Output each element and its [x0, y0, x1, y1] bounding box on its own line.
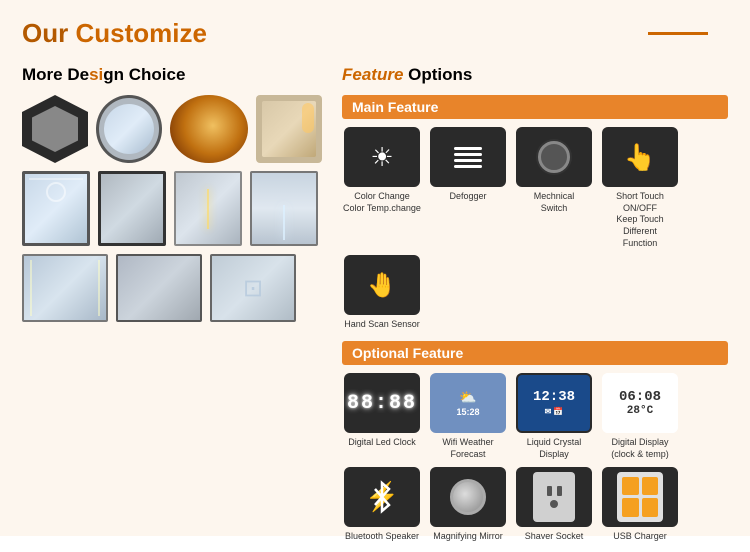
- switch-icon: [538, 141, 570, 173]
- main-columns: More Design Choice: [22, 65, 728, 552]
- optional-feature-section: Optional Feature 88:88 Digital Led Clock: [342, 341, 728, 542]
- magnifying-glass-icon: [450, 479, 486, 515]
- mirror-thumb-1: [22, 171, 90, 246]
- digital-display-icon-box: 06:08 28°C: [602, 373, 678, 433]
- feature-item-bluetooth: ⚡ Bluetooth Speaker: [342, 467, 422, 543]
- circle-light-thumb: [170, 95, 248, 163]
- usb-label: USB Charger: [613, 531, 667, 543]
- bluetooth-label: Bluetooth Speaker: [345, 531, 419, 543]
- weather-display: ⛅ 15:28: [456, 389, 479, 417]
- right-column: Feature Options Main Feature ☀ Color Cha…: [342, 65, 728, 552]
- rect-light-thumb: [256, 95, 322, 163]
- title-prefix: Our: [22, 18, 75, 48]
- shaver-icon-box: [516, 467, 592, 527]
- magnifying-label: Magnifying Mirror: [433, 531, 503, 543]
- optional-feature-grid: 88:88 Digital Led Clock ⛅ 15:28 Wifi Wea…: [342, 373, 728, 460]
- weather-icon-box: ⛅ 15:28: [430, 373, 506, 433]
- usb-icon-box: [602, 467, 678, 527]
- digital-clock-temp: 06:08 28°C: [602, 373, 678, 433]
- feature-section-title: Feature Options: [342, 65, 728, 85]
- magnifying-icon-box: [430, 467, 506, 527]
- switch-label: MechnicalSwitch: [534, 191, 575, 214]
- hand-scan-icon-box: 🤚: [344, 255, 420, 315]
- feature-item-magnifying: Magnifying Mirror: [428, 467, 508, 543]
- usb-charger-icon: [617, 472, 663, 522]
- feature-item-digital-display: 06:08 28°C Digital Display(clock & temp): [600, 373, 680, 460]
- defogger-icon-box: [430, 127, 506, 187]
- feature-item-color-change: ☀ Color ChangeColor Temp.change: [342, 127, 422, 249]
- hand-scan-label: Hand Scan Sensor: [344, 319, 420, 331]
- wide-mirror-3: ⊡: [210, 254, 296, 322]
- touch-icon: 👆: [624, 142, 656, 173]
- mirror-thumb-4: [250, 171, 318, 246]
- weather-label: Wifi Weather Forecast: [428, 437, 508, 460]
- sun-icon: ☀: [370, 142, 393, 173]
- color-change-icon-box: ☀: [344, 127, 420, 187]
- rect-mirrors-row: [22, 171, 322, 246]
- touch-icon-box: 👆: [602, 127, 678, 187]
- wide-mirrors-row: ⊡: [22, 254, 322, 322]
- hex-mirror-thumb: [22, 95, 88, 163]
- lcd-label: Liquid Crystal Display: [514, 437, 594, 460]
- bt-svg-icon: [368, 479, 396, 515]
- lcd-display: 12:38 ✉📅: [518, 375, 590, 431]
- led-clock-label: Digital Led Clock: [348, 437, 416, 449]
- page-title: Our Customize: [22, 18, 207, 49]
- led-clock-icon-box: 88:88: [344, 373, 420, 433]
- main-feature-section: Main Feature ☀ Color ChangeColor Temp.ch…: [342, 95, 728, 331]
- design-section-title: More Design Choice: [22, 65, 322, 85]
- feature-item-switch: MechnicalSwitch: [514, 127, 594, 249]
- shape-row: [22, 95, 322, 163]
- feature-item-weather: ⛅ 15:28 Wifi Weather Forecast: [428, 373, 508, 460]
- shaver-label: Shaver Socket: [525, 531, 584, 543]
- color-change-label: Color ChangeColor Temp.change: [343, 191, 421, 214]
- mirror-thumb-3: [174, 171, 242, 246]
- digital-display-label: Digital Display(clock & temp): [611, 437, 669, 460]
- left-column: More Design Choice: [22, 65, 322, 552]
- feature-item-usb: USB Charger: [600, 467, 680, 543]
- hand-wave-icon: 🤚: [367, 271, 397, 300]
- optional-feature-grid-2: ⚡ Bluetooth Speaker Magnifying Mirror: [342, 467, 728, 543]
- page: Our Customize More Design Choice: [0, 0, 750, 536]
- feature-item-defogger: Defogger: [428, 127, 508, 249]
- header-divider: [648, 32, 708, 35]
- feature-item-hand-scan: 🤚 Hand Scan Sensor: [342, 255, 422, 331]
- defogger-label: Defogger: [449, 191, 486, 203]
- led-clock-display: 88:88: [347, 392, 417, 415]
- defog-lines-icon: [454, 147, 482, 168]
- feature-item-led-clock: 88:88 Digital Led Clock: [342, 373, 422, 460]
- wide-mirror-1: [22, 254, 108, 322]
- lcd-icon-box: 12:38 ✉📅: [516, 373, 592, 433]
- feature-item-lcd: 12:38 ✉📅 Liquid Crystal Display: [514, 373, 594, 460]
- feature-item-touch: 👆 Short Touch ON/OFFKeep Touch Different…: [600, 127, 680, 249]
- main-feature-header: Main Feature: [342, 95, 728, 119]
- touch-label: Short Touch ON/OFFKeep Touch DifferentFu…: [600, 191, 680, 249]
- bluetooth-icon-box: ⚡: [344, 467, 420, 527]
- feature-item-shaver: Shaver Socket: [514, 467, 594, 543]
- optional-feature-header: Optional Feature: [342, 341, 728, 365]
- round-mirror-thumb: [96, 95, 162, 163]
- header: Our Customize: [22, 18, 728, 49]
- mirror-thumb-2: [98, 171, 166, 246]
- title-highlight: Customize: [75, 18, 206, 48]
- main-feature-grid: ☀ Color ChangeColor Temp.change: [342, 127, 728, 331]
- wide-mirror-2: [116, 254, 202, 322]
- switch-icon-box: [516, 127, 592, 187]
- shaver-socket-icon: [533, 472, 575, 522]
- design-grid: ⊡: [22, 95, 322, 322]
